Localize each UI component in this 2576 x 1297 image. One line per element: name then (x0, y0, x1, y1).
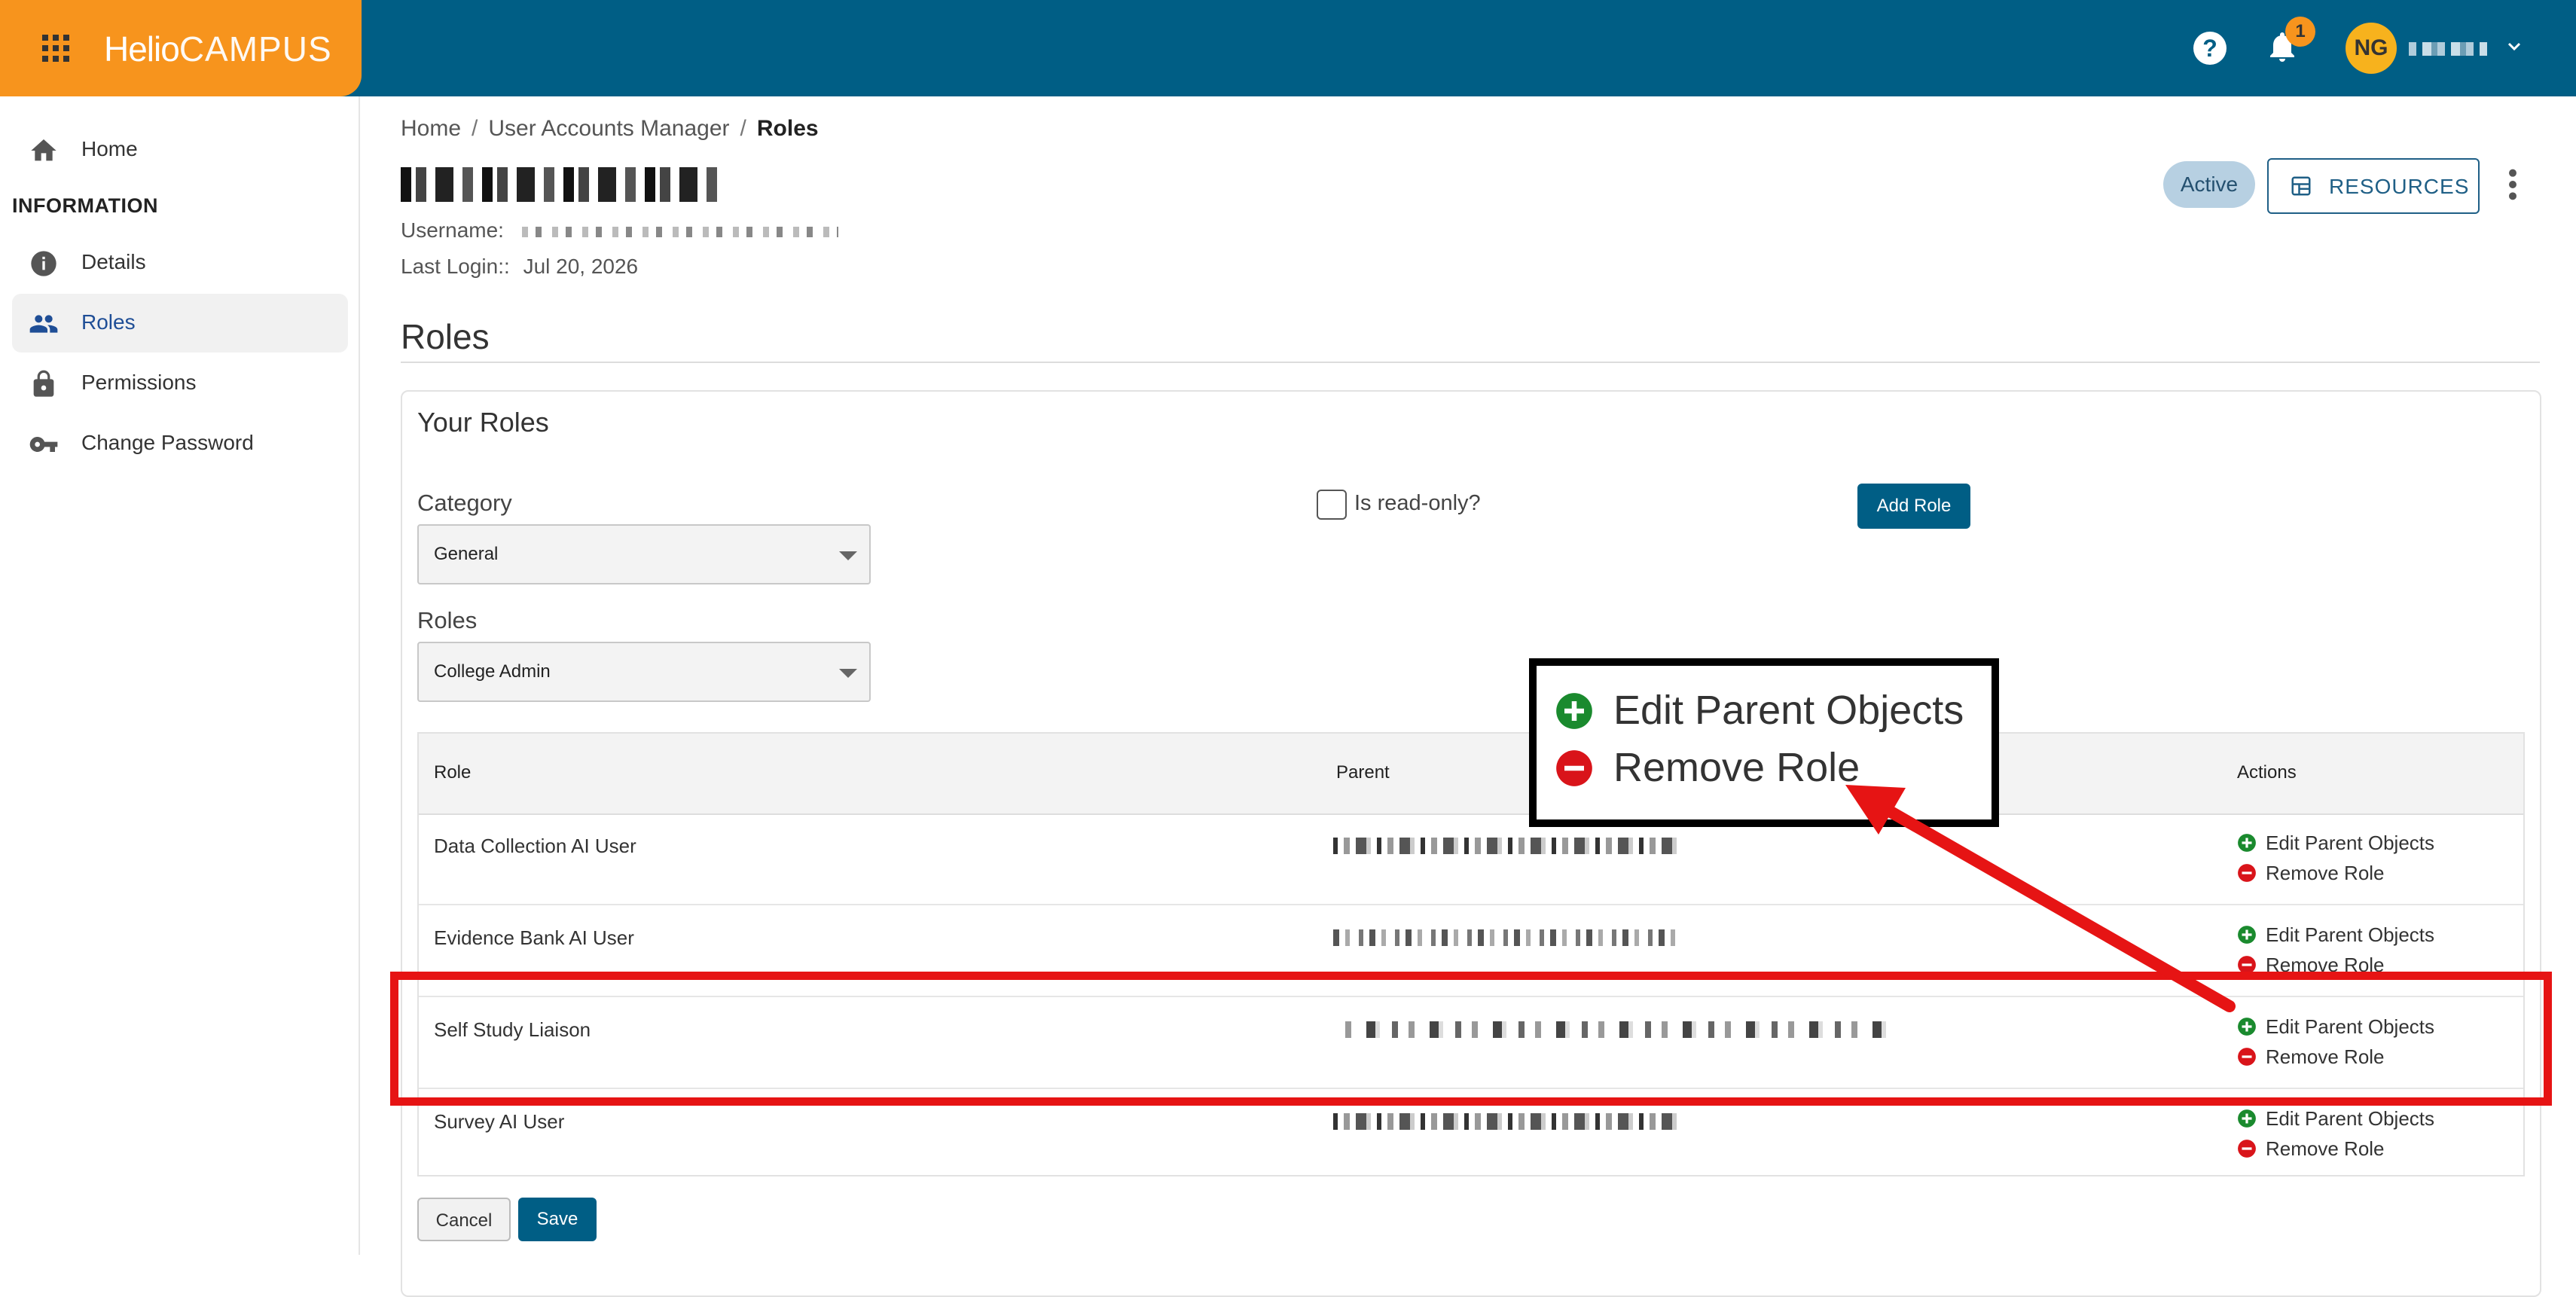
edit-parent-objects-label: Edit Parent Objects (2266, 923, 2434, 946)
people-icon (29, 315, 58, 333)
category-select-value: General (434, 544, 499, 564)
user-full-name-redacted (401, 167, 717, 202)
role-name: Data Collection AI User (434, 835, 636, 857)
sidebar-item-label: Change Password (81, 431, 254, 454)
breadcrumb: Home / User Accounts Manager / Roles (401, 116, 819, 141)
heliocampus-logo[interactable]: HelioCAMPUS (104, 29, 332, 69)
sidebar-item-change-password[interactable]: Change Password (12, 414, 348, 473)
category-label: Category (417, 490, 512, 516)
table-row: Data Collection AI User Edit Parent Obje… (419, 813, 2523, 905)
user-avatar[interactable]: NG (2346, 23, 2397, 74)
breadcrumb-home[interactable]: Home (401, 116, 461, 141)
highlight-box-self-study-liaison (390, 972, 2552, 1106)
add-circle-icon (2238, 834, 2256, 852)
status-badge: Active (2163, 161, 2255, 208)
table-header: Role Parent Actions (419, 734, 2523, 815)
resources-button[interactable]: RESOURCES (2267, 158, 2480, 214)
sidebar-item-label: Home (81, 137, 138, 160)
last-login-label: Last Login:: (401, 255, 510, 278)
lock-icon (33, 370, 54, 397)
zoom-callout: Edit Parent Objects Remove Role (1529, 658, 1999, 827)
username-line: Username: (401, 218, 838, 243)
card-title: Your Roles (417, 407, 549, 438)
home-icon (31, 139, 56, 161)
breadcrumb-current: Roles (756, 116, 819, 141)
roles-select-value: College Admin (434, 661, 551, 682)
sidebar-item-home[interactable]: Home (12, 121, 348, 179)
roles-label: Roles (417, 607, 478, 633)
parent-value-redacted (1333, 929, 1680, 946)
logo-text-campus: CAMPUS (179, 29, 332, 69)
resources-label: RESOURCES (2329, 175, 2470, 198)
title-divider (401, 362, 2540, 363)
add-circle-icon (2238, 1109, 2256, 1128)
last-login-line: Last Login:: Jul 20, 2026 (401, 255, 638, 279)
roles-select[interactable]: College Admin (417, 642, 871, 702)
logo-text-helio: Helio (104, 29, 180, 69)
role-name: Survey AI User (434, 1110, 565, 1133)
category-select[interactable]: General (417, 524, 871, 584)
dropdown-arrow-icon (839, 551, 857, 560)
user-name-redacted (2409, 42, 2487, 56)
remove-circle-icon (2238, 864, 2256, 882)
callout-edit-label: Edit Parent Objects (1613, 688, 1964, 733)
username-label: Username: (401, 218, 504, 242)
help-icon[interactable]: ? (2193, 32, 2227, 65)
brand-area: HelioCAMPUS (0, 0, 362, 96)
callout-remove-label: Remove Role (1613, 745, 1860, 790)
remove-role-label: Remove Role (2266, 862, 2385, 884)
last-login-value: Jul 20, 2026 (523, 255, 639, 278)
role-name: Evidence Bank AI User (434, 926, 634, 949)
add-circle-icon (1556, 693, 1592, 729)
sidebar-section-information: INFORMATION (12, 194, 158, 217)
read-only-label: Is read-only? (1354, 491, 1481, 515)
column-header-role: Role (434, 762, 472, 783)
page-title: Roles (401, 317, 490, 356)
read-only-checkbox[interactable] (1317, 490, 1347, 520)
info-icon (31, 251, 56, 276)
remove-circle-icon (2238, 1140, 2256, 1158)
breadcrumb-user-accounts-manager[interactable]: User Accounts Manager (488, 116, 729, 141)
sidebar-item-label: Roles (81, 310, 136, 334)
sidebar-item-label: Details (81, 250, 146, 273)
remove-circle-icon (1556, 750, 1592, 786)
chevron-down-icon[interactable] (2505, 38, 2523, 56)
more-vertical-icon[interactable] (2505, 167, 2520, 202)
sidebar-item-permissions[interactable]: Permissions (12, 354, 348, 413)
edit-parent-objects-label: Edit Parent Objects (2266, 832, 2434, 854)
add-role-button[interactable]: Add Role (1857, 484, 1970, 529)
column-header-actions: Actions (2237, 762, 2297, 783)
sidebar-item-label: Permissions (81, 371, 197, 394)
key-icon (29, 437, 58, 452)
sidebar-item-details[interactable]: Details (12, 233, 348, 292)
dropdown-arrow-icon (839, 669, 857, 678)
username-value-redacted (521, 226, 838, 237)
save-button[interactable]: Save (518, 1198, 597, 1241)
cancel-button[interactable]: Cancel (417, 1198, 511, 1241)
top-bar: HelioCAMPUS ? 1 NG (0, 0, 2576, 96)
roles-table: Role Parent Actions Data Collection AI U… (417, 732, 2525, 1176)
remove-role-label: Remove Role (2266, 1137, 2385, 1160)
notification-count-badge: 1 (2285, 17, 2315, 47)
add-circle-icon (2238, 926, 2256, 944)
column-header-parent: Parent (1336, 762, 1390, 783)
edit-parent-objects-label: Edit Parent Objects (2266, 1107, 2434, 1130)
parent-value-redacted (1333, 838, 1680, 854)
dashboard-icon (2291, 176, 2311, 196)
apps-grid-icon[interactable] (42, 35, 69, 62)
parent-value-redacted (1333, 1113, 1680, 1130)
sidebar-item-roles[interactable]: Roles (12, 294, 348, 352)
sidebar: Home INFORMATION Details Roles Permissio… (0, 96, 360, 1255)
